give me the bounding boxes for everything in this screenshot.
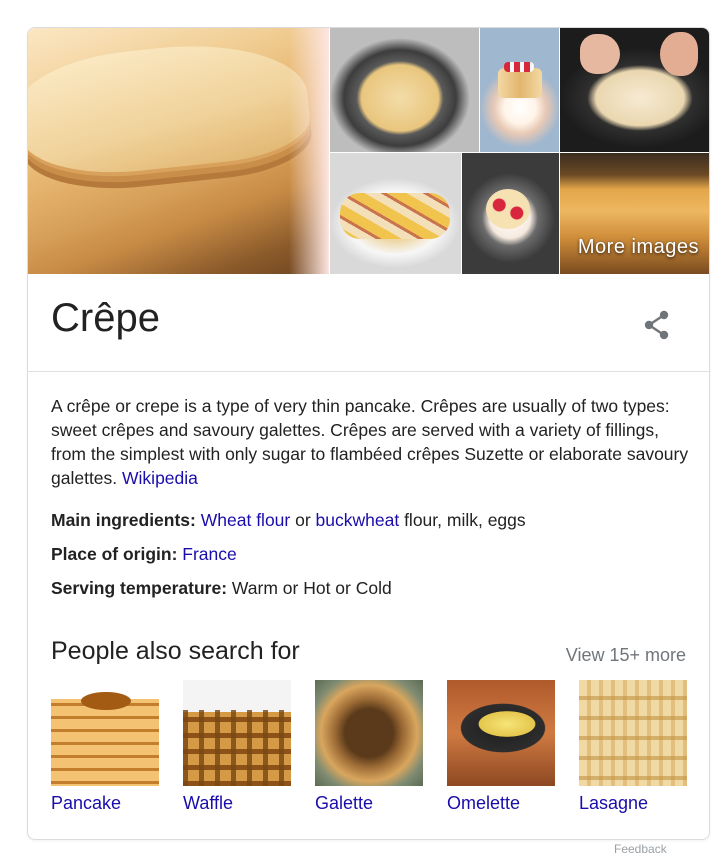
people-also-search-title: People also search for <box>51 637 300 665</box>
entity-description: A crêpe or crepe is a type of very thin … <box>51 394 691 490</box>
pasf-label[interactable]: Omelette <box>447 793 557 814</box>
pasf-label[interactable]: Pancake <box>51 793 161 814</box>
image-crepe-strawberry-rolls[interactable] <box>480 28 559 152</box>
wheat-flour-link[interactable]: Wheat flour <box>201 510 290 530</box>
pasf-label[interactable]: Lasagne <box>579 793 689 814</box>
share-icon[interactable] <box>639 307 675 343</box>
fact-value: flour, milk, eggs <box>399 510 526 530</box>
fact-place-of-origin: Place of origin: France <box>51 542 691 576</box>
pasf-item-waffle[interactable]: Waffle <box>183 680 293 814</box>
pasf-label[interactable]: Waffle <box>183 793 293 814</box>
fact-value: Warm or Hot or Cold <box>231 578 392 598</box>
fact-connector: or <box>290 510 316 530</box>
pasf-item-galette[interactable]: Galette <box>315 680 425 814</box>
buckwheat-link[interactable]: buckwheat <box>316 510 400 530</box>
feedback-link[interactable]: Feedback <box>614 842 667 856</box>
pasf-item-pancake[interactable]: Pancake <box>51 680 161 814</box>
wikipedia-link[interactable]: Wikipedia <box>122 468 198 488</box>
fact-label: Serving temperature: <box>51 578 228 598</box>
image-crepe-hands[interactable] <box>560 28 709 152</box>
image-savory-crepes[interactable] <box>330 153 461 274</box>
image-grid[interactable]: More images <box>28 28 709 274</box>
image-crepe-plate[interactable] <box>462 153 559 274</box>
fact-label: Place of origin: <box>51 544 178 564</box>
waffle-thumbnail[interactable] <box>183 680 291 786</box>
pasf-item-lasagne[interactable]: Lasagne <box>579 680 689 814</box>
more-images-link[interactable]: More images <box>578 236 699 259</box>
omelette-thumbnail[interactable] <box>447 680 555 786</box>
fact-label: Main ingredients: <box>51 510 196 530</box>
galette-thumbnail[interactable] <box>315 680 423 786</box>
pancake-thumbnail[interactable] <box>51 680 159 786</box>
image-crepe-stack[interactable] <box>28 28 329 274</box>
image-crepe-pan[interactable] <box>330 28 479 152</box>
view-more-link[interactable]: View 15+ more <box>566 645 686 666</box>
fact-main-ingredients: Main ingredients: Wheat flour or buckwhe… <box>51 508 691 542</box>
entity-title: Crêpe <box>51 296 160 340</box>
france-link[interactable]: France <box>182 544 236 564</box>
knowledge-panel: More images Crêpe A crêpe or crepe is a … <box>27 27 710 840</box>
pasf-item-omelette[interactable]: Omelette <box>447 680 557 814</box>
facts-list: Main ingredients: Wheat flour or buckwhe… <box>51 508 691 610</box>
fact-serving-temperature: Serving temperature: Warm or Hot or Cold <box>51 576 691 610</box>
title-row: Crêpe <box>28 274 709 372</box>
pasf-label[interactable]: Galette <box>315 793 425 814</box>
lasagne-thumbnail[interactable] <box>579 680 687 786</box>
